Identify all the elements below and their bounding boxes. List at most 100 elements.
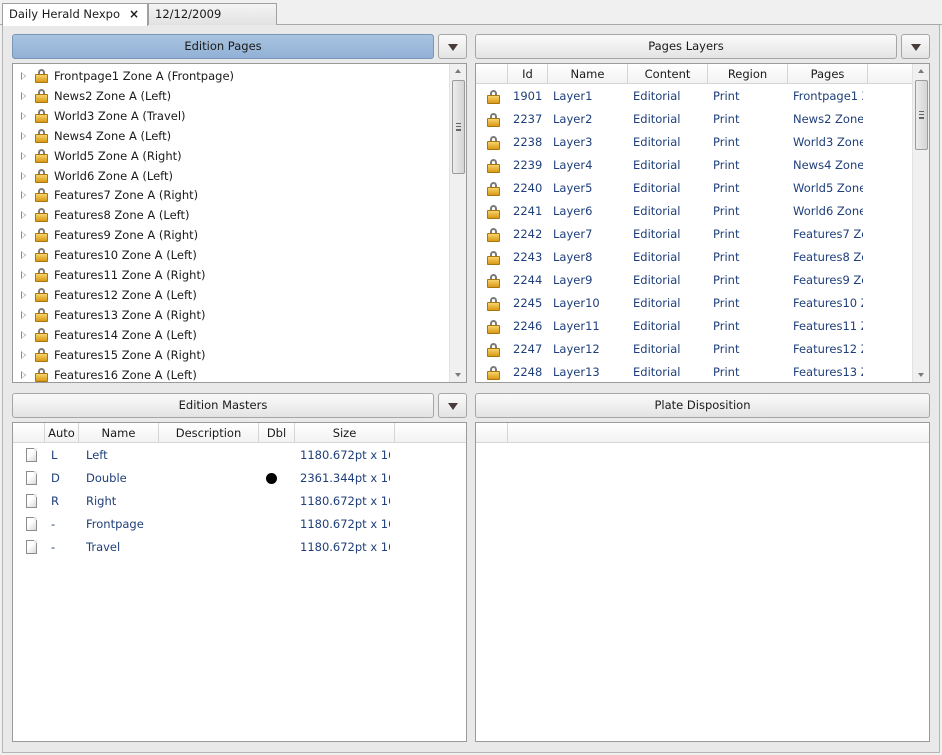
tab-date[interactable]: 12/12/2009 00:00:00 (148, 3, 277, 42)
pages-layers-header[interactable]: Pages Layers (475, 34, 897, 59)
expand-arrow-icon[interactable] (21, 290, 26, 299)
table-row[interactable]: - Travel 1180.672pt x 164 (13, 536, 466, 559)
expand-arrow-icon[interactable] (21, 211, 26, 220)
column-header[interactable] (13, 423, 45, 443)
edition-masters-grid-header: Auto Name Description Dbl Size (13, 423, 466, 443)
scroll-down-icon[interactable] (918, 373, 924, 377)
lock-icon (487, 366, 500, 380)
tree-item[interactable]: Features12 Zone A (Left) (13, 285, 449, 305)
table-cell-size: 1180.672pt x 164 (300, 517, 390, 531)
scroll-down-icon[interactable] (455, 373, 461, 377)
lock-body (35, 372, 48, 382)
expand-arrow-icon[interactable] (21, 310, 26, 319)
column-header-name[interactable]: Name (79, 423, 159, 443)
expand-arrow-icon[interactable] (21, 231, 26, 240)
expand-arrow-icon[interactable] (21, 251, 26, 260)
tree-item[interactable]: Features7 Zone A (Right) (13, 185, 449, 205)
lock-icon (487, 228, 500, 242)
tree-item-label: World6 Zone A (Left) (54, 168, 173, 183)
column-header-size[interactable]: Size (295, 423, 395, 443)
lock-body (35, 292, 48, 302)
tree-item[interactable]: Features13 Zone A (Right) (13, 305, 449, 325)
tree-item[interactable]: Features15 Zone A (Right) (13, 345, 449, 365)
expand-arrow-icon[interactable] (21, 191, 26, 200)
scroll-up-icon[interactable] (455, 69, 461, 73)
table-cell-name: Travel (86, 540, 121, 554)
tree-item[interactable]: Frontpage1 Zone A (Frontpage) (13, 66, 449, 86)
column-header-region[interactable]: Region (708, 64, 788, 84)
expand-arrow-icon[interactable] (21, 72, 26, 80)
scroll-thumb[interactable] (452, 80, 465, 174)
expand-arrow-icon[interactable] (21, 271, 26, 279)
column-header-id[interactable]: Id (508, 64, 548, 84)
lock-icon (35, 367, 48, 382)
table-cell: Editorial (633, 342, 681, 356)
table-row[interactable]: 2244 Layer9 Editorial Print Features9 Zo (476, 269, 912, 292)
edition-masters-dropdown-button[interactable] (438, 393, 467, 418)
table-row[interactable]: 2245 Layer10 Editorial Print Features10 Z (476, 292, 912, 315)
tree-item[interactable]: Features8 Zone A (Left) (13, 205, 449, 225)
table-row[interactable]: 2240 Layer5 Editorial Print World5 Zone (476, 177, 912, 200)
column-header-auto[interactable]: Auto (45, 423, 79, 443)
tree-item[interactable]: News2 Zone A (Left) (13, 86, 449, 106)
column-header-pages[interactable]: Pages (788, 64, 868, 84)
table-row[interactable]: 2246 Layer11 Editorial Print Features11 Z (476, 315, 912, 338)
expand-arrow-icon[interactable] (21, 330, 26, 339)
expand-arrow-icon[interactable] (21, 171, 26, 180)
column-header-content[interactable]: Content (628, 64, 708, 84)
vertical-scrollbar[interactable] (449, 64, 466, 382)
table-row[interactable]: - Frontpage 1180.672pt x 164 (13, 513, 466, 536)
lock-icon (487, 251, 500, 265)
table-row[interactable]: R Right 1180.672pt x 164 (13, 490, 466, 513)
tree-item[interactable]: Features14 Zone A (Left) (13, 325, 449, 345)
tree-item[interactable]: Features10 Zone A (Left) (13, 245, 449, 265)
table-row[interactable]: 2242 Layer7 Editorial Print Features7 Zo (476, 223, 912, 246)
plate-disposition-header[interactable]: Plate Disposition (475, 393, 930, 418)
column-header[interactable] (476, 423, 508, 443)
tree-item[interactable]: World6 Zone A (Left) (13, 166, 449, 186)
lock-body (487, 233, 500, 242)
tree-item[interactable]: Features11 Zone A (Right) (13, 265, 449, 285)
expand-arrow-icon[interactable] (21, 131, 26, 140)
tree-item[interactable]: World5 Zone A (Right) (13, 146, 449, 166)
tree-item-label: News2 Zone A (Left) (54, 88, 172, 103)
table-row[interactable]: 2241 Layer6 Editorial Print World6 Zone (476, 200, 912, 223)
table-row[interactable]: 1901 Layer1 Editorial Print Frontpage1 Z (476, 85, 912, 108)
expand-arrow-icon[interactable] (21, 350, 26, 359)
expand-arrow-icon[interactable] (21, 91, 26, 100)
tree-item[interactable]: Features9 Zone A (Right) (13, 225, 449, 245)
column-header-name[interactable]: Name (548, 64, 628, 84)
master-page-icon (26, 448, 37, 462)
column-header-description[interactable]: Description (159, 423, 259, 443)
expand-arrow-icon[interactable] (21, 111, 26, 120)
tree-item-label: Features10 Zone A (Left) (54, 248, 197, 263)
edition-pages-header[interactable]: Edition Pages (12, 34, 434, 59)
table-row[interactable]: 2237 Layer2 Editorial Print News2 Zone (476, 108, 912, 131)
close-icon[interactable]: × (129, 4, 139, 25)
column-header-dbl[interactable]: Dbl (259, 423, 295, 443)
scroll-thumb[interactable] (915, 80, 928, 150)
table-cell: Print (713, 296, 740, 310)
pages-layers-dropdown-button[interactable] (901, 34, 930, 59)
tree-item[interactable]: World3 Zone A (Travel) (13, 106, 449, 126)
scroll-up-icon[interactable] (918, 69, 924, 73)
edition-pages-dropdown-button[interactable] (438, 34, 467, 59)
expand-arrow-icon[interactable] (21, 370, 26, 379)
table-row[interactable]: 2243 Layer8 Editorial Print Features8 Zo (476, 246, 912, 269)
table-row[interactable]: 2239 Layer4 Editorial Print News4 Zone (476, 154, 912, 177)
table-row[interactable]: L Left 1180.672pt x 164 (13, 444, 466, 467)
master-page-icon (26, 494, 37, 508)
table-row[interactable]: 2247 Layer12 Editorial Print Features12 Z (476, 338, 912, 361)
vertical-scrollbar[interactable] (912, 64, 929, 382)
edition-masters-header[interactable]: Edition Masters (12, 393, 434, 418)
tab-daily-herald-nexpo[interactable]: Daily Herald Nexpo × (2, 3, 148, 26)
table-row[interactable]: 2248 Layer13 Editorial Print Features13 Z (476, 361, 912, 382)
table-cell: Editorial (633, 112, 681, 126)
table-row[interactable]: 2238 Layer3 Editorial Print World3 Zone (476, 131, 912, 154)
expand-arrow-icon[interactable] (21, 151, 26, 160)
tree-item[interactable]: News4 Zone A (Left) (13, 126, 449, 146)
column-header[interactable] (476, 64, 508, 84)
tree-item[interactable]: Features16 Zone A (Left) (13, 365, 449, 383)
table-row[interactable]: D Double 2361.344pt x 164 (13, 467, 466, 490)
lock-body (35, 153, 48, 163)
